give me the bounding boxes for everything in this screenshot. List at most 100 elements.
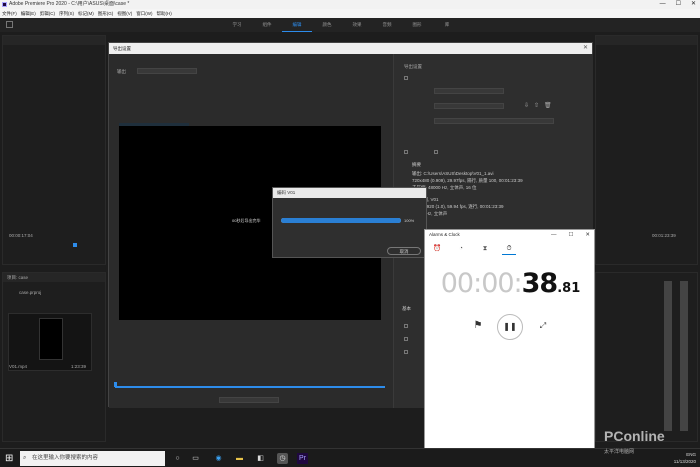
menu-clip[interactable]: 剪辑(C) <box>40 9 55 18</box>
minimize-button[interactable]: — <box>660 0 666 9</box>
source-timecode: 00:00:17:04 <box>9 233 33 238</box>
window-title: Adobe Premiere Pro 2020 - C:\用户\ASUS\桌面\… <box>9 1 130 7</box>
clock-app-title: Alarms & Clock <box>429 232 460 237</box>
workspace-tab-editing[interactable]: 编辑 <box>282 18 312 32</box>
clock-close-button[interactable]: ✕ <box>585 230 590 240</box>
workspace-tab-learn[interactable]: 学习 <box>222 18 252 32</box>
import-preset-icon[interactable]: ⇧ <box>534 102 539 109</box>
export-range-bar[interactable] <box>115 386 385 388</box>
task-view-icon[interactable]: ○ <box>172 453 183 464</box>
match-sequence-checkbox[interactable] <box>404 76 408 80</box>
project-panel-title[interactable]: 项目: case <box>3 273 105 282</box>
file-explorer-icon[interactable]: ▬ <box>234 453 245 464</box>
expand-icon[interactable]: ⤢ <box>537 320 549 332</box>
menu-edit[interactable]: 编辑(E) <box>21 9 36 18</box>
summary-label: 摘要 <box>412 162 421 167</box>
encoding-status-text: 00秒后导出完毕 <box>232 218 261 223</box>
search-icon: ⌕ <box>23 455 27 461</box>
encoding-progress-fill <box>281 218 401 223</box>
input-language[interactable]: ENG <box>674 451 696 458</box>
taskbar-date[interactable]: 11/13/2020 <box>674 458 696 465</box>
export-dialog-title: 导出设置 <box>113 46 131 51</box>
encoding-dialog-title: 编码 V01 <box>273 188 426 198</box>
in-point-handle[interactable] <box>114 382 117 387</box>
pause-button[interactable]: ❚❚ <box>497 314 523 340</box>
format-dropdown[interactable] <box>434 88 504 94</box>
export-video-checkbox[interactable] <box>404 150 408 154</box>
stopwatch-icon[interactable]: ⏱ <box>502 243 516 255</box>
program-monitor-header <box>596 36 697 45</box>
stopwatch-time-display: 00:00:38.81 <box>425 268 596 299</box>
workspace-tabs: 学习 组件 编辑 颜色 效果 音频 图形 库 <box>222 18 462 32</box>
export-settings-header: 导出设置 <box>404 64 422 69</box>
clock-titlebar: Alarms & Clock — ☐ ✕ <box>425 230 594 240</box>
taskbar-search-box[interactable]: ⌕ 在这里输入你要搜索的内容 <box>20 451 165 466</box>
cancel-button[interactable]: 取消 <box>387 247 421 255</box>
output-line-1: 输出: C:\Users\ASUS\Desktop\V01_1.avi <box>412 171 494 176</box>
menu-help[interactable]: 帮助(H) <box>157 9 172 18</box>
encoding-progress-dialog: 编码 V01 100% 取消 <box>272 187 427 258</box>
encoding-progress-label: 100% <box>404 218 415 223</box>
comments-field[interactable] <box>434 118 554 124</box>
home-icon[interactable] <box>6 21 13 28</box>
windows-start-icon[interactable]: ⊞ <box>5 453 16 464</box>
clip-name: V01.mp4 <box>9 364 28 369</box>
audio-meter-left <box>664 281 672 431</box>
workspace-tab-color[interactable]: 颜色 <box>312 18 342 32</box>
maximize-button[interactable]: ☐ <box>676 0 681 9</box>
menu-markers[interactable]: 标记(M) <box>78 9 94 18</box>
alarms-clock-window: Alarms & Clock — ☐ ✕ ⏰ ◔ ⧗ ⏱ 00:00:38.81… <box>424 229 595 453</box>
workspace-tab-audio[interactable]: 音频 <box>372 18 402 32</box>
clock-maximize-button[interactable]: ☐ <box>568 230 573 240</box>
search-placeholder: 在这里输入你要搜索的内容 <box>32 455 99 461</box>
preset-dropdown[interactable] <box>434 103 504 109</box>
menu-view[interactable]: 视图(V) <box>117 9 132 18</box>
workspace-tab-assembly[interactable]: 组件 <box>252 18 282 32</box>
stopwatch-time-grey: 00:00: <box>440 268 523 299</box>
option-checkbox-1[interactable] <box>404 324 408 328</box>
delete-preset-icon[interactable]: 🗑 <box>544 102 552 109</box>
menu-file[interactable]: 文件(F) <box>2 9 17 18</box>
scaling-dropdown[interactable] <box>137 68 197 74</box>
clip-thumbnail-frame <box>39 318 63 360</box>
menu-window[interactable]: 窗口(W) <box>136 9 152 18</box>
workspace-tab-libraries[interactable]: 库 <box>432 18 462 32</box>
workspace-tab-graphics[interactable]: 图形 <box>402 18 432 32</box>
clip-thumbnail[interactable] <box>8 313 92 371</box>
clock-minimize-button[interactable]: — <box>551 230 557 240</box>
premiere-taskbar-icon[interactable]: Pr <box>297 453 308 464</box>
alarm-icon[interactable]: ⏰ <box>430 243 444 255</box>
windows-taskbar: ⊞ ⌕ 在这里输入你要搜索的内容 ○ ▭ ◉ ▬ ◧ ◷ Pr ENG 11/1… <box>0 448 700 467</box>
menu-sequence[interactable]: 序列(S) <box>59 9 74 18</box>
stopwatch-seconds: 38 <box>521 268 559 299</box>
timer-icon[interactable]: ⧗ <box>478 243 492 255</box>
clock-tab-bar: ⏰ ◔ ⧗ ⏱ <box>425 243 596 255</box>
world-clock-icon[interactable]: ◔ <box>454 243 468 255</box>
clock-window-controls: — ☐ ✕ <box>551 230 590 240</box>
range-dropdown[interactable] <box>219 397 279 403</box>
pconline-watermark-sub: 太平洋电脑网 <box>604 449 635 455</box>
pconline-watermark: PConline <box>604 428 665 444</box>
option-checkbox-2[interactable] <box>404 337 408 341</box>
playhead-marker[interactable] <box>73 243 77 247</box>
save-preset-icon[interactable]: ⇩ <box>524 102 529 109</box>
export-audio-checkbox[interactable] <box>434 150 438 154</box>
close-button[interactable]: ✕ <box>691 0 696 9</box>
window-titlebar: Adobe Premiere Pro 2020 - C:\用户\ASUS\桌面\… <box>0 0 700 9</box>
close-icon[interactable]: ✕ <box>583 43 588 54</box>
app-icon-5[interactable]: ◧ <box>255 453 266 464</box>
clock-app-taskbar-icon[interactable]: ◷ <box>277 453 288 464</box>
export-dialog-titlebar: 导出设置 ✕ <box>109 43 592 54</box>
menu-graphics[interactable]: 图形(G) <box>98 9 114 18</box>
program-monitor-panel: 00:01:23:39 <box>595 35 698 265</box>
timeline-panel <box>595 272 698 442</box>
basic-settings-label[interactable]: 基本 <box>402 306 411 312</box>
multitask-icon[interactable]: ▭ <box>190 453 201 464</box>
menu-bar: 文件(F) 编辑(E) 剪辑(C) 序列(S) 标记(M) 图形(G) 视图(V… <box>0 9 700 18</box>
edge-browser-icon[interactable]: ◉ <box>213 453 224 464</box>
source-tab[interactable]: 输出 <box>117 69 126 75</box>
premiere-logo-icon <box>2 2 7 7</box>
workspace-tab-effects[interactable]: 效果 <box>342 18 372 32</box>
option-checkbox-3[interactable] <box>404 350 408 354</box>
flag-icon[interactable]: ⚑ <box>472 320 484 332</box>
